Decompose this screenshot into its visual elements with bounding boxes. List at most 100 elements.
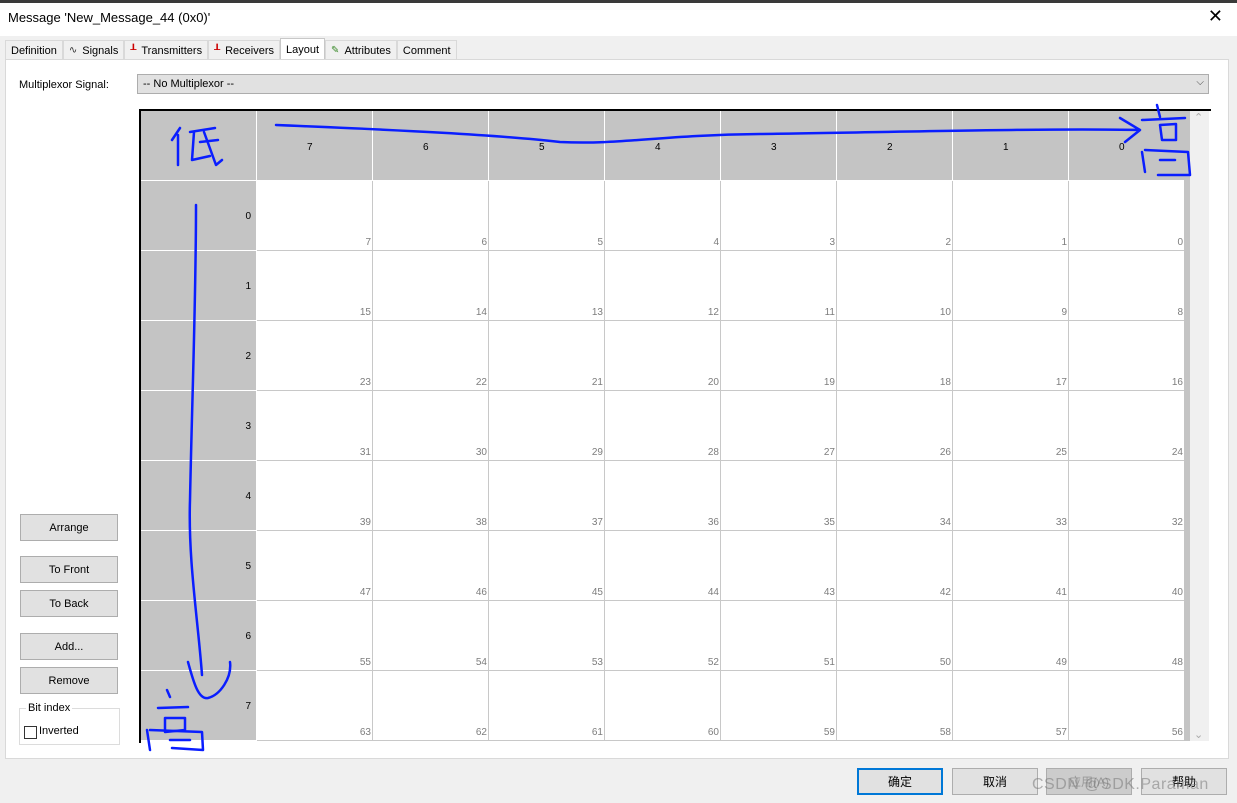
bit-cell[interactable]: 5 [489, 181, 605, 251]
bit-cell[interactable]: 30 [373, 391, 489, 461]
bit-cell[interactable]: 21 [489, 321, 605, 391]
bit-cell[interactable]: 61 [489, 671, 605, 741]
bit-cell[interactable]: 1 [953, 181, 1069, 251]
scroll-down-icon[interactable]: ⌄ [1194, 728, 1203, 741]
bit-cell[interactable]: 2 [837, 181, 953, 251]
bit-cell[interactable]: 46 [373, 531, 489, 601]
bit-cell[interactable]: 56 [1069, 671, 1185, 741]
tab-label: Attributes [344, 44, 391, 57]
bit-cell-label: 14 [475, 307, 487, 318]
bit-cell[interactable]: 49 [953, 601, 1069, 671]
bit-cell[interactable]: 14 [373, 251, 489, 321]
bit-cell-label: 34 [939, 517, 951, 528]
bit-cell[interactable]: 42 [837, 531, 953, 601]
column-header: 3 [721, 111, 837, 181]
bit-cell[interactable]: 62 [373, 671, 489, 741]
inverted-checkbox[interactable] [24, 726, 37, 739]
bit-cell[interactable]: 10 [837, 251, 953, 321]
vertical-scrollbar[interactable]: ⌃ ⌄ [1190, 111, 1209, 741]
arrange-button[interactable]: Arrange [20, 514, 118, 541]
column-header: 2 [837, 111, 953, 181]
bit-cell[interactable]: 7 [257, 181, 373, 251]
bit-cell[interactable]: 8 [1069, 251, 1185, 321]
bit-cell[interactable]: 18 [837, 321, 953, 391]
bit-cell[interactable]: 41 [953, 531, 1069, 601]
bit-cell[interactable]: 23 [257, 321, 373, 391]
bit-cell[interactable]: 17 [953, 321, 1069, 391]
tab-comment[interactable]: Comment [396, 40, 457, 60]
bit-cell[interactable]: 58 [837, 671, 953, 741]
bit-cell[interactable]: 40 [1069, 531, 1185, 601]
bit-cell[interactable]: 26 [837, 391, 953, 461]
bit-cell[interactable]: 50 [837, 601, 953, 671]
tab-attributes[interactable]: ✎ Attributes [325, 40, 397, 60]
bit-cell[interactable]: 54 [373, 601, 489, 671]
bit-cell[interactable]: 60 [605, 671, 721, 741]
bit-cell-label: 0 [1177, 237, 1183, 248]
bit-cell[interactable]: 9 [953, 251, 1069, 321]
multiplexor-select[interactable]: -- No Multiplexor -- ⌵ [137, 74, 1209, 94]
bit-cell-label: 37 [591, 517, 603, 528]
add-button[interactable]: Add... [20, 633, 118, 660]
remove-button[interactable]: Remove [20, 667, 118, 694]
bit-cell[interactable]: 55 [257, 601, 373, 671]
bit-cell[interactable]: 22 [373, 321, 489, 391]
bit-cell[interactable]: 29 [489, 391, 605, 461]
bit-cell[interactable]: 6 [373, 181, 489, 251]
close-icon[interactable]: ✕ [1208, 6, 1223, 27]
tab-transmitters[interactable]: ┸ Transmitters [124, 40, 209, 60]
bit-cell[interactable]: 39 [257, 461, 373, 531]
tab-definition[interactable]: Definition [5, 40, 63, 60]
bit-cell[interactable]: 47 [257, 531, 373, 601]
bit-cell[interactable]: 32 [1069, 461, 1185, 531]
bit-cell[interactable]: 15 [257, 251, 373, 321]
bit-cell[interactable]: 37 [489, 461, 605, 531]
bit-cell[interactable]: 45 [489, 531, 605, 601]
bit-cell[interactable]: 24 [1069, 391, 1185, 461]
bit-cell[interactable]: 19 [721, 321, 837, 391]
bit-cell[interactable]: 31 [257, 391, 373, 461]
bit-cell[interactable]: 35 [721, 461, 837, 531]
inverted-label[interactable]: Inverted [39, 725, 79, 737]
bit-cell[interactable]: 51 [721, 601, 837, 671]
bit-cell-label: 20 [707, 377, 719, 388]
bit-cell[interactable]: 0 [1069, 181, 1185, 251]
row-header-label: 2 [245, 351, 251, 362]
column-header: 7 [257, 111, 373, 181]
to-back-button[interactable]: To Back [20, 590, 118, 617]
bit-cell[interactable]: 33 [953, 461, 1069, 531]
bit-cell[interactable]: 38 [373, 461, 489, 531]
to-front-button[interactable]: To Front [20, 556, 118, 583]
bit-cell[interactable]: 57 [953, 671, 1069, 741]
bit-cell[interactable]: 11 [721, 251, 837, 321]
tab-layout[interactable]: Layout [280, 38, 326, 60]
bit-cell[interactable]: 13 [489, 251, 605, 321]
bit-cell[interactable]: 4 [605, 181, 721, 251]
row-header-label: 7 [245, 701, 251, 712]
bit-cell[interactable]: 53 [489, 601, 605, 671]
bit-cell[interactable]: 27 [721, 391, 837, 461]
bit-cell[interactable]: 59 [721, 671, 837, 741]
bit-cell[interactable]: 48 [1069, 601, 1185, 671]
bit-cell-label: 29 [591, 447, 603, 458]
row-header: 7 [141, 671, 257, 741]
bit-cell[interactable]: 52 [605, 601, 721, 671]
bit-cell[interactable]: 43 [721, 531, 837, 601]
bit-cell[interactable]: 20 [605, 321, 721, 391]
bit-cell[interactable]: 44 [605, 531, 721, 601]
bit-cell[interactable]: 3 [721, 181, 837, 251]
tab-signals[interactable]: ∿ Signals [62, 40, 125, 60]
bit-cell-label: 6 [481, 237, 487, 248]
bit-cell[interactable]: 36 [605, 461, 721, 531]
bit-cell[interactable]: 25 [953, 391, 1069, 461]
cancel-button[interactable]: 取消 [952, 768, 1038, 795]
bit-layout-grid[interactable]: 7 6 5 4 3 2 1 0 0 7 6 5 4 3 2 1 0 1 15 14 13 12 11 10 9 8 2 23 22 21 2… [139, 109, 1211, 743]
ok-button[interactable]: 确定 [857, 768, 943, 795]
bit-cell[interactable]: 34 [837, 461, 953, 531]
bit-cell[interactable]: 16 [1069, 321, 1185, 391]
scroll-up-icon[interactable]: ⌃ [1194, 111, 1203, 124]
bit-cell[interactable]: 28 [605, 391, 721, 461]
bit-cell[interactable]: 63 [257, 671, 373, 741]
bit-cell[interactable]: 12 [605, 251, 721, 321]
tab-receivers[interactable]: ┸ Receivers [208, 40, 281, 60]
